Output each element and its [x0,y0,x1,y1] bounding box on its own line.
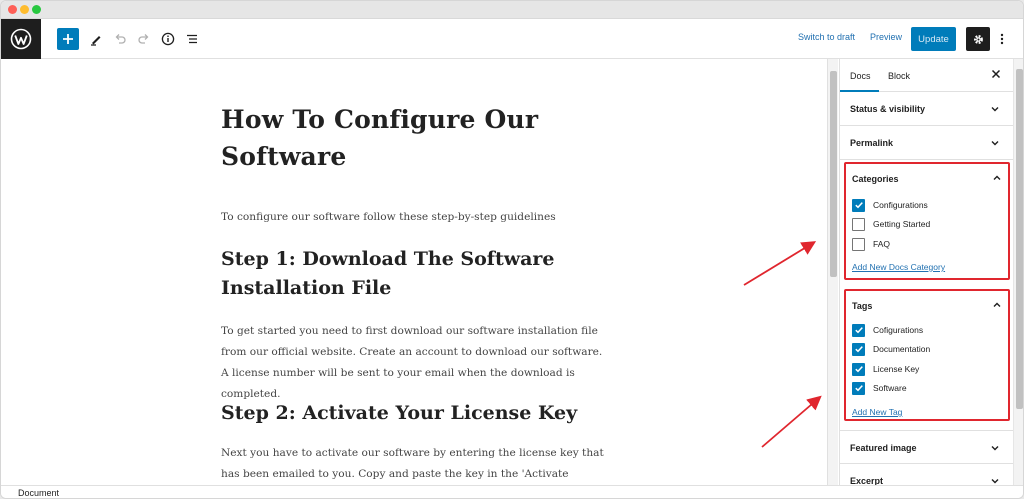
panel-title: Excerpt [850,476,884,485]
editor-toolbar: Switch to draft Preview Update [1,19,1023,59]
checkbox-label: License Key [873,364,920,374]
categories-title: Categories [852,174,899,184]
preview-button[interactable]: Preview [870,32,902,42]
panel-title: Permalink [850,138,894,148]
tag-item-license-key[interactable]: License Key [852,362,919,376]
checkmark-icon [854,366,863,373]
checkbox-label: FAQ [873,239,891,249]
sidebar-tabs: Docs Block [840,59,1013,92]
add-new-docs-category-link[interactable]: Add New Docs Category [852,262,945,272]
close-icon[interactable] [990,68,1002,80]
tag-item-software[interactable]: Software [852,381,907,395]
update-button[interactable]: Update [911,27,956,51]
tag-item-cofigurations[interactable]: Cofigurations [852,323,923,337]
redo-button[interactable] [133,28,155,50]
redo-icon [138,34,149,44]
chevron-down-icon [991,479,999,484]
checkbox[interactable] [852,198,865,212]
checkmark-icon [854,202,863,209]
tab-block[interactable]: Block [888,71,910,81]
intro-paragraph[interactable]: To configure our software follow these s… [221,207,611,228]
checkbox-label: Configurations [873,200,928,210]
panel-status-visibility[interactable]: Status & visibility [840,92,1013,126]
add-block-button[interactable] [57,28,79,50]
checkbox[interactable] [852,237,865,251]
step1-heading[interactable]: Step 1: Download The Software Installati… [221,245,621,303]
sidebar-scroll-thumb[interactable] [1016,69,1023,409]
list-view-button[interactable] [181,28,203,50]
maximize-window-icon[interactable] [32,5,41,14]
browser-window: Switch to draft Preview Update How To Co… [0,0,1024,499]
panel-excerpt[interactable]: Excerpt [840,464,1013,485]
checkbox-label: Software [873,383,907,393]
category-item-faq[interactable]: FAQ [852,237,890,251]
undo-icon [115,34,126,44]
category-item-getting-started[interactable]: Getting Started [852,217,930,231]
editor-scrollbar[interactable] [827,59,838,485]
panel-title: Status & visibility [850,104,926,114]
checkmark-icon [854,327,863,334]
checkbox[interactable] [852,323,865,337]
tab-docs[interactable]: Docs [850,71,871,81]
checkbox[interactable] [852,381,865,395]
more-options-button[interactable] [997,28,1007,50]
sidebar-scrollbar[interactable] [1013,59,1023,485]
chevron-up-icon[interactable] [992,300,1002,310]
tags-panel: Tags Cofigurations Documentation License… [844,289,1010,421]
checkbox[interactable] [852,342,865,356]
checkbox[interactable] [852,362,865,376]
switch-to-draft-button[interactable]: Switch to draft [798,32,855,42]
list-view-icon [187,34,197,44]
panel-featured-image[interactable]: Featured image [840,430,1013,464]
category-item-configurations[interactable]: Configurations [852,198,928,212]
post-title[interactable]: How To Configure Our Software [221,101,621,175]
categories-panel: Categories Configurations Getting Starte… [844,162,1010,280]
breadcrumb-document[interactable]: Document [18,488,59,498]
panel-permalink[interactable]: Permalink [840,126,1013,160]
minimize-window-icon[interactable] [20,5,29,14]
chevron-down-icon [991,141,999,146]
checkbox-label: Cofigurations [873,325,924,335]
wordpress-logo-icon[interactable] [1,19,41,59]
checkbox-label: Documentation [873,344,931,354]
tools-button[interactable] [85,28,107,50]
window-titlebar [1,1,1023,19]
details-button[interactable] [157,28,179,50]
plus-icon [63,34,73,44]
tags-title: Tags [852,301,873,311]
tag-item-documentation[interactable]: Documentation [852,342,930,356]
checkbox-label: Getting Started [873,219,931,229]
settings-button[interactable] [966,27,990,51]
editor-scroll-thumb[interactable] [830,71,837,277]
step2-heading[interactable]: Step 2: Activate Your License Key [221,399,621,428]
checkmark-icon [854,385,863,392]
chevron-up-icon[interactable] [992,173,1002,183]
add-new-tag-link[interactable]: Add New Tag [852,407,902,417]
status-footer: Document [1,485,1023,498]
chevron-down-icon [991,107,999,112]
vertical-ellipsis-icon [1000,33,1004,45]
chevron-down-icon [991,446,999,451]
step1-paragraph[interactable]: To get started you need to first downloa… [221,321,611,405]
gear-icon [973,34,983,44]
checkmark-icon [854,346,863,353]
step2-paragraph[interactable]: Next you have to activate our software b… [221,443,611,485]
close-window-icon[interactable] [8,5,17,14]
pencil-icon [91,36,101,46]
checkbox[interactable] [852,217,865,231]
editor-canvas[interactable]: How To Configure Our Software To configu… [1,59,827,485]
info-icon [161,32,175,46]
settings-sidebar: Docs Block Status & visibility Permalink… [839,59,1013,485]
undo-button[interactable] [109,28,131,50]
panel-title: Featured image [850,443,917,453]
